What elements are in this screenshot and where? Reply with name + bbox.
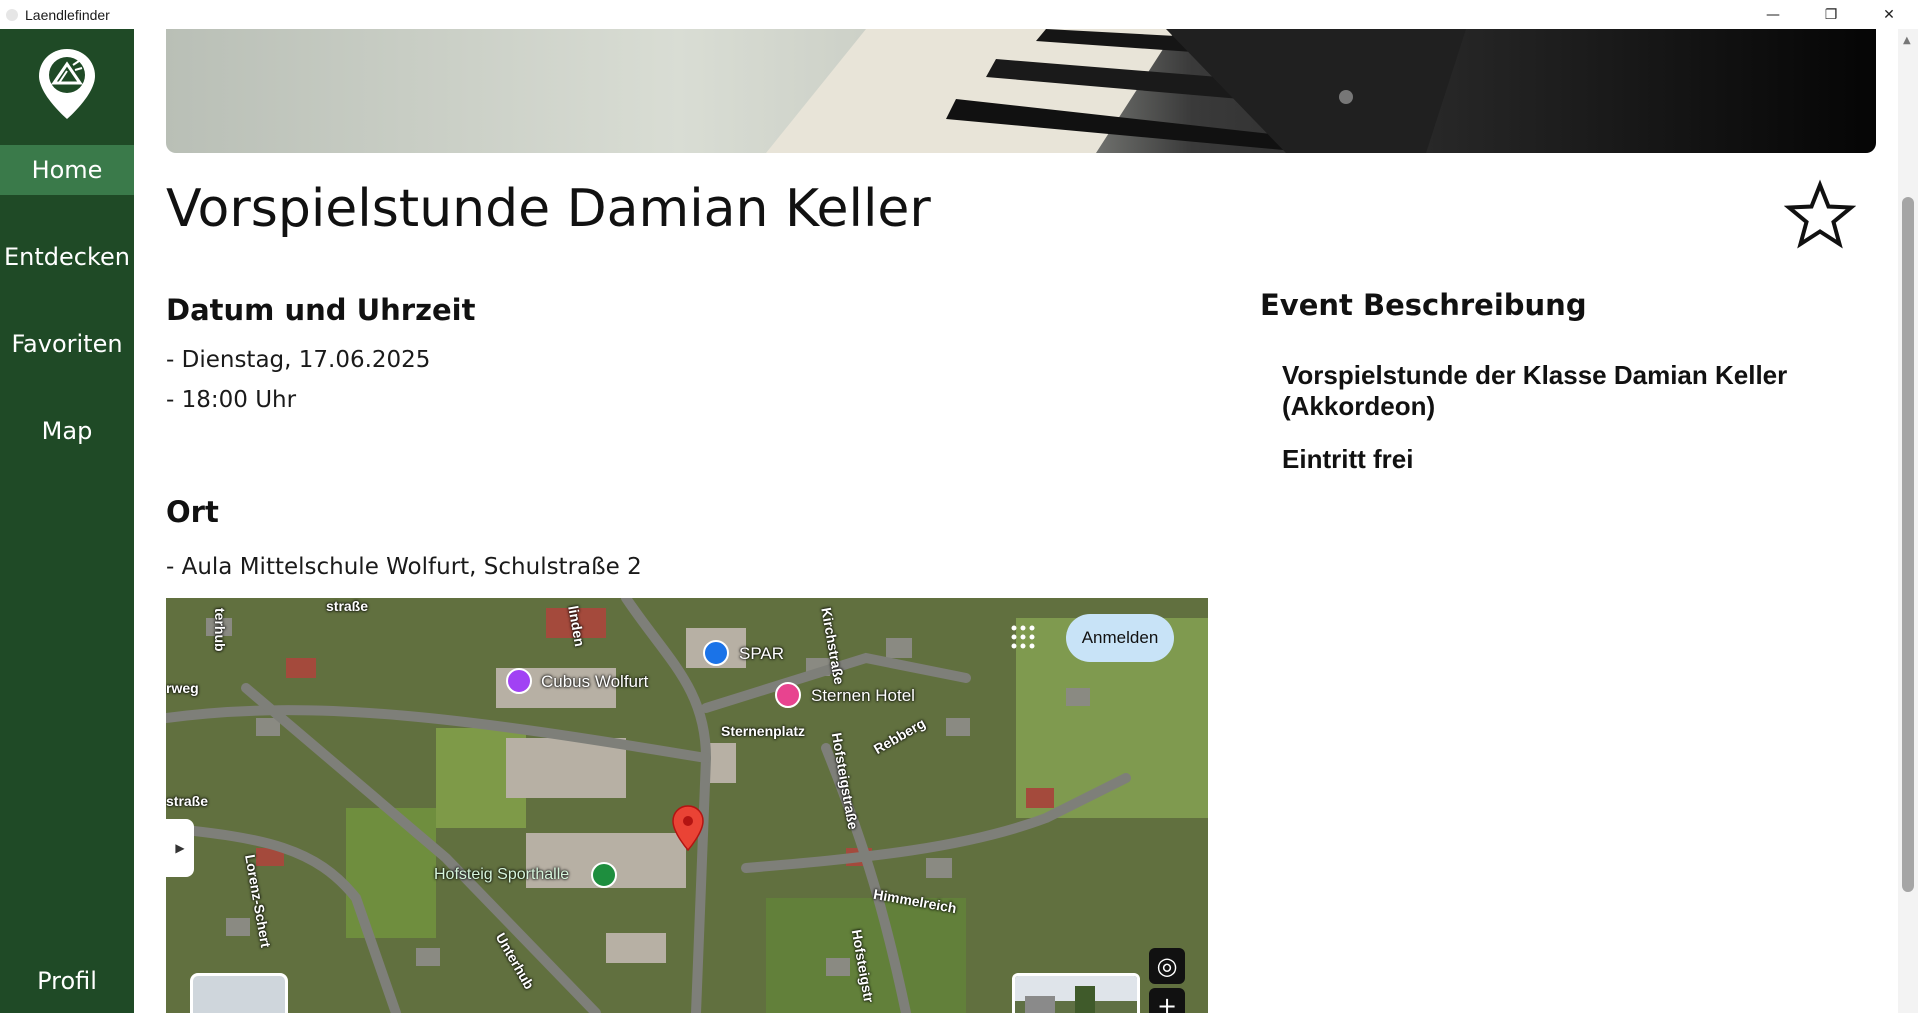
description-line-2: Eintritt frei	[1282, 444, 1414, 474]
description-heading: Event Beschreibung	[1260, 288, 1587, 322]
map-label-sternenplatz: Sternenplatz	[721, 723, 806, 739]
sidebar: Home Entdecken Favoriten Map Profil	[0, 29, 134, 1013]
close-button[interactable]: ✕	[1860, 0, 1918, 29]
event-address: - Aula Mittelschule Wolfurt, Schulstraße…	[166, 554, 642, 580]
nav-profil[interactable]: Profil	[0, 956, 134, 1006]
nav-map[interactable]: Map	[0, 406, 134, 456]
map-label-strasse-top: straße	[326, 598, 369, 614]
app-icon	[6, 8, 18, 21]
window-title: Laendlefinder	[25, 6, 110, 23]
map-label-spar: SPAR	[739, 644, 785, 663]
scrollbar-thumb[interactable]	[1902, 197, 1914, 892]
apps-grid-icon[interactable]	[1009, 623, 1037, 651]
map-signin-button[interactable]: Anmelden	[1066, 614, 1174, 662]
map-label-weg: rweg	[166, 680, 199, 696]
street-view-thumbnail[interactable]	[1012, 973, 1140, 1013]
map-label-strasse-left: straße	[166, 793, 209, 809]
location-pin-icon[interactable]	[671, 805, 705, 851]
title-bar: Laendlefinder — ❐ ✕	[0, 0, 1918, 29]
app-logo-icon[interactable]	[37, 47, 97, 121]
event-date: - Dienstag, 17.06.2025	[166, 347, 431, 373]
map-label-terhub: terhub	[212, 608, 228, 652]
datetime-heading: Datum und Uhrzeit	[166, 293, 476, 327]
shopping-cart-icon[interactable]	[703, 640, 729, 666]
hotel-icon[interactable]	[775, 682, 801, 708]
map-layer-toggle[interactable]	[190, 973, 288, 1013]
map-label-cubus: Cubus Wolfurt	[541, 672, 649, 691]
event-detail-view: Vorspielstunde Damian Keller Datum und U…	[134, 29, 1898, 1013]
window-controls: — ❐ ✕	[1744, 0, 1918, 29]
restore-button[interactable]: ❐	[1802, 0, 1860, 29]
map-side-panel-toggle[interactable]: ▶	[166, 819, 194, 877]
event-hero-image	[166, 29, 1876, 153]
nav-home[interactable]: Home	[0, 145, 134, 195]
minimize-button[interactable]: —	[1744, 0, 1802, 29]
vertical-scrollbar[interactable]: ▲	[1898, 29, 1918, 1013]
my-location-button[interactable]: ◎	[1149, 948, 1185, 984]
nav-favoriten[interactable]: Favoriten	[0, 319, 134, 369]
event-title: Vorspielstunde Damian Keller	[166, 179, 931, 239]
map-label-sternen-hotel: Sternen Hotel	[811, 686, 915, 705]
sports-venue-icon[interactable]	[591, 862, 617, 888]
star-outline-icon[interactable]	[1784, 179, 1856, 251]
description-line-1: Vorspielstunde der Klasse Damian Keller …	[1282, 360, 1788, 421]
map-label-sporthalle: Hofsteig Sporthalle	[434, 866, 570, 883]
location-heading: Ort	[166, 495, 219, 529]
nav-entdecken[interactable]: Entdecken	[0, 232, 134, 282]
event-time: - 18:00 Uhr	[166, 387, 297, 413]
scroll-up-icon[interactable]: ▲	[1903, 35, 1911, 46]
event-map[interactable]: Anmelden SPAR Cubus Wolfurt Sternen Hote…	[166, 598, 1208, 1013]
venue-icon[interactable]	[506, 668, 532, 694]
zoom-in-button[interactable]: +	[1149, 988, 1185, 1013]
